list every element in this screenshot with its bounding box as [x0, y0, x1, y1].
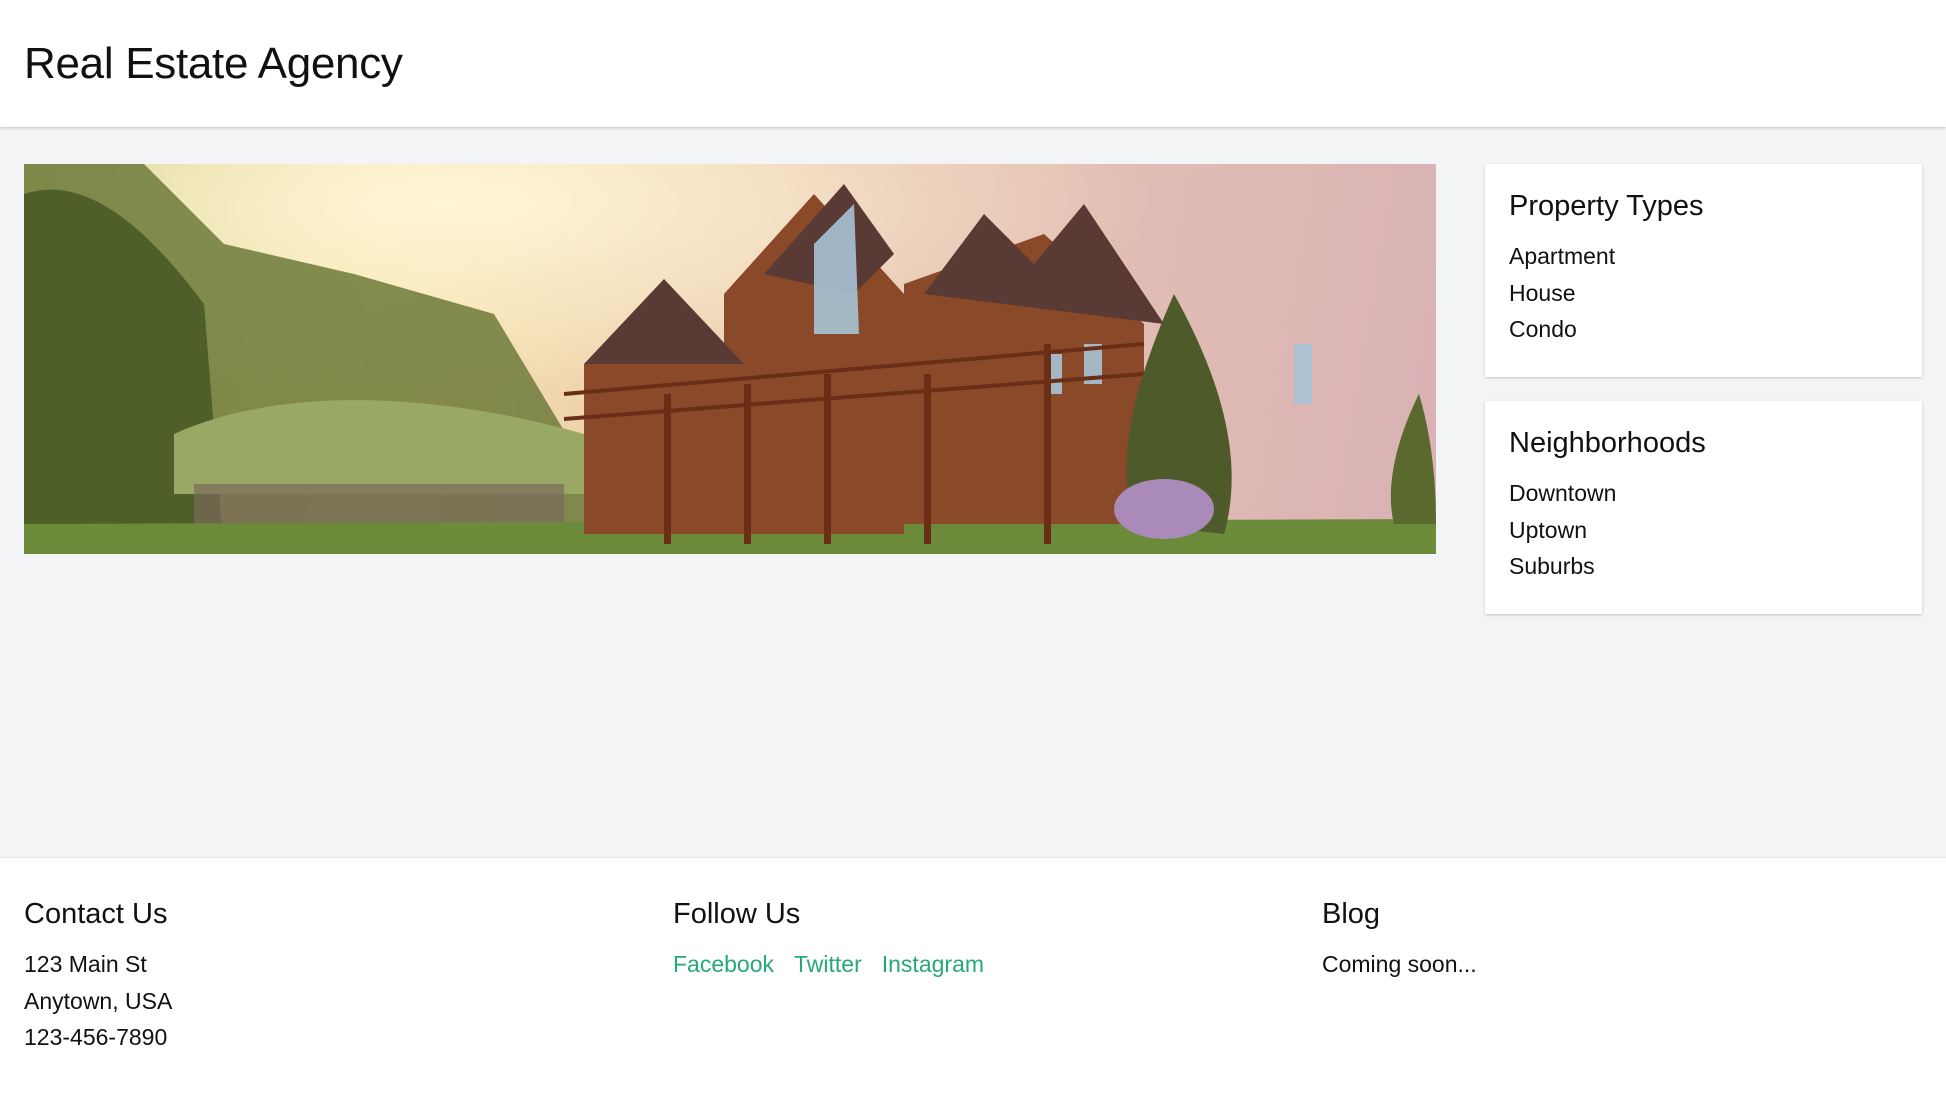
neighborhood-suburbs[interactable]: Suburbs	[1509, 548, 1898, 585]
property-type-condo[interactable]: Condo	[1509, 311, 1898, 348]
neighborhood-downtown[interactable]: Downtown	[1509, 475, 1898, 512]
social-links: Facebook Twitter Instagram	[673, 946, 1004, 983]
contact-phone: 123-456-7890	[24, 1024, 168, 1050]
property-type-house[interactable]: House	[1509, 275, 1898, 312]
neighborhoods-card: Neighborhoods Downtown Uptown Suburbs	[1485, 401, 1922, 614]
property-types-card: Property Types Apartment House Condo	[1485, 164, 1922, 377]
property-types-title: Property Types	[1509, 190, 1704, 222]
follow-title: Follow Us	[673, 898, 801, 930]
contact-address-line1: 123 Main St	[24, 951, 147, 977]
neighborhoods-list: Downtown Uptown Suburbs	[1509, 475, 1898, 585]
neighborhood-uptown[interactable]: Uptown	[1509, 512, 1898, 549]
site-header: Real Estate Agency	[0, 0, 1946, 127]
instagram-link[interactable]: Instagram	[882, 951, 984, 977]
house-photo-illustration	[24, 164, 1436, 554]
blog-section: Blog Coming soon...	[1322, 896, 1477, 983]
hero-image	[24, 164, 1436, 554]
property-type-apartment[interactable]: Apartment	[1509, 238, 1898, 275]
twitter-link[interactable]: Twitter	[794, 951, 862, 977]
contact-section: Contact Us 123 Main St Anytown, USA 123-…	[24, 896, 172, 1056]
site-footer: Contact Us 123 Main St Anytown, USA 123-…	[0, 857, 1946, 1095]
site-title[interactable]: Real Estate Agency	[24, 38, 403, 90]
neighborhoods-title: Neighborhoods	[1509, 427, 1706, 459]
facebook-link[interactable]: Facebook	[673, 951, 774, 977]
contact-title: Contact Us	[24, 898, 168, 930]
property-types-list: Apartment House Condo	[1509, 238, 1898, 348]
follow-section: Follow Us Facebook Twitter Instagram	[673, 896, 1004, 983]
contact-address-line2: Anytown, USA	[24, 987, 173, 1014]
blog-text: Coming soon...	[1322, 951, 1477, 977]
blog-title: Blog	[1322, 898, 1381, 930]
